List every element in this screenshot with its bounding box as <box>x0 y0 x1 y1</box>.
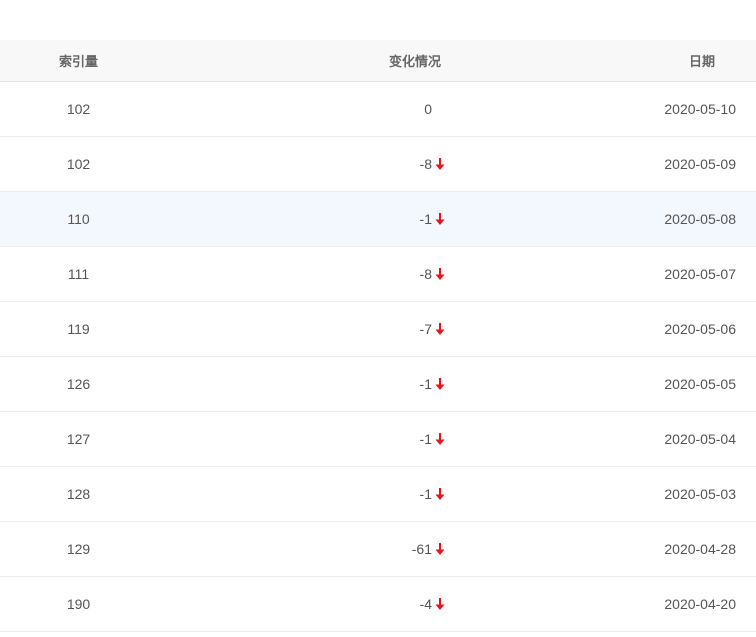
table-row[interactable]: 102 -8 2020-05-09 <box>0 137 756 192</box>
table-row[interactable]: 110 -1 2020-05-08 <box>0 192 756 247</box>
change-value: -1 <box>419 486 432 502</box>
change-value: 0 <box>424 101 432 117</box>
arrow-down-icon <box>434 432 446 446</box>
table-header: 索引量 变化情况 日期 <box>0 40 756 82</box>
date-cell: 2020-05-08 <box>664 211 736 227</box>
index-history-table: 索引量 变化情况 日期 102 0 2020-05-10 102 -8 2020-05-0… <box>0 40 756 632</box>
date-cell: 2020-05-10 <box>664 101 736 117</box>
arrow-down-icon <box>434 212 446 226</box>
arrow-down-icon <box>434 487 446 501</box>
table-row[interactable]: 119 -7 2020-05-06 <box>0 302 756 357</box>
date-cell: 2020-05-05 <box>664 376 736 392</box>
change-value: -4 <box>419 596 432 612</box>
change-value: -8 <box>419 266 432 282</box>
change-cell: -8 <box>226 137 446 191</box>
header-date[interactable]: 日期 <box>535 40 715 81</box>
date-cell: 2020-04-20 <box>664 596 736 612</box>
change-value: -8 <box>419 156 432 172</box>
change-value: -7 <box>419 321 432 337</box>
table-row[interactable]: 129 -61 2020-04-28 <box>0 522 756 577</box>
change-cell: -1 <box>226 192 446 246</box>
date-cell: 2020-05-06 <box>664 321 736 337</box>
index-count-cell: 129 <box>66 541 91 557</box>
arrow-down-icon <box>434 157 446 171</box>
change-value: -1 <box>419 431 432 447</box>
arrow-down-icon <box>434 322 446 336</box>
index-count-cell: 119 <box>67 321 90 337</box>
index-count-cell: 102 <box>66 101 91 117</box>
change-cell: -1 <box>226 412 446 466</box>
header-change[interactable]: 变化情况 <box>221 40 441 81</box>
change-cell: -4 <box>226 577 446 631</box>
table-row[interactable]: 128 -1 2020-05-03 <box>0 467 756 522</box>
change-cell: -1 <box>226 467 446 521</box>
table-row[interactable]: 190 -4 2020-04-20 <box>0 577 756 632</box>
date-cell: 2020-04-28 <box>664 541 736 557</box>
change-cell: -1 <box>226 357 446 411</box>
change-value: -1 <box>419 211 432 227</box>
index-count-cell: 127 <box>66 431 91 447</box>
table-row[interactable]: 126 -1 2020-05-05 <box>0 357 756 412</box>
arrow-down-icon <box>434 597 446 611</box>
change-cell: 0 <box>226 82 446 136</box>
date-cell: 2020-05-04 <box>664 431 736 447</box>
date-cell: 2020-05-03 <box>664 486 736 502</box>
index-count-cell: 128 <box>66 486 91 502</box>
arrow-down-icon <box>434 267 446 281</box>
table-row[interactable]: 102 0 2020-05-10 <box>0 82 756 137</box>
table-body: 102 0 2020-05-10 102 -8 2020-05-09 110 -1 2020-0… <box>0 82 756 632</box>
arrow-down-icon <box>434 377 446 391</box>
index-count-cell: 190 <box>66 596 91 612</box>
index-count-cell: 110 <box>67 211 90 227</box>
header-index-count[interactable]: 索引量 <box>0 40 157 81</box>
index-count-cell: 126 <box>66 376 91 392</box>
change-value: -1 <box>419 376 432 392</box>
change-cell: -7 <box>226 302 446 356</box>
change-cell: -8 <box>226 247 446 301</box>
change-cell: -61 <box>226 522 446 576</box>
index-count-cell: 102 <box>66 156 91 172</box>
index-count-cell: 111 <box>67 266 90 282</box>
table-row[interactable]: 111 -8 2020-05-07 <box>0 247 756 302</box>
arrow-down-icon <box>434 542 446 556</box>
date-cell: 2020-05-07 <box>664 266 736 282</box>
table-row[interactable]: 127 -1 2020-05-04 <box>0 412 756 467</box>
date-cell: 2020-05-09 <box>664 156 736 172</box>
change-value: -61 <box>411 541 432 557</box>
